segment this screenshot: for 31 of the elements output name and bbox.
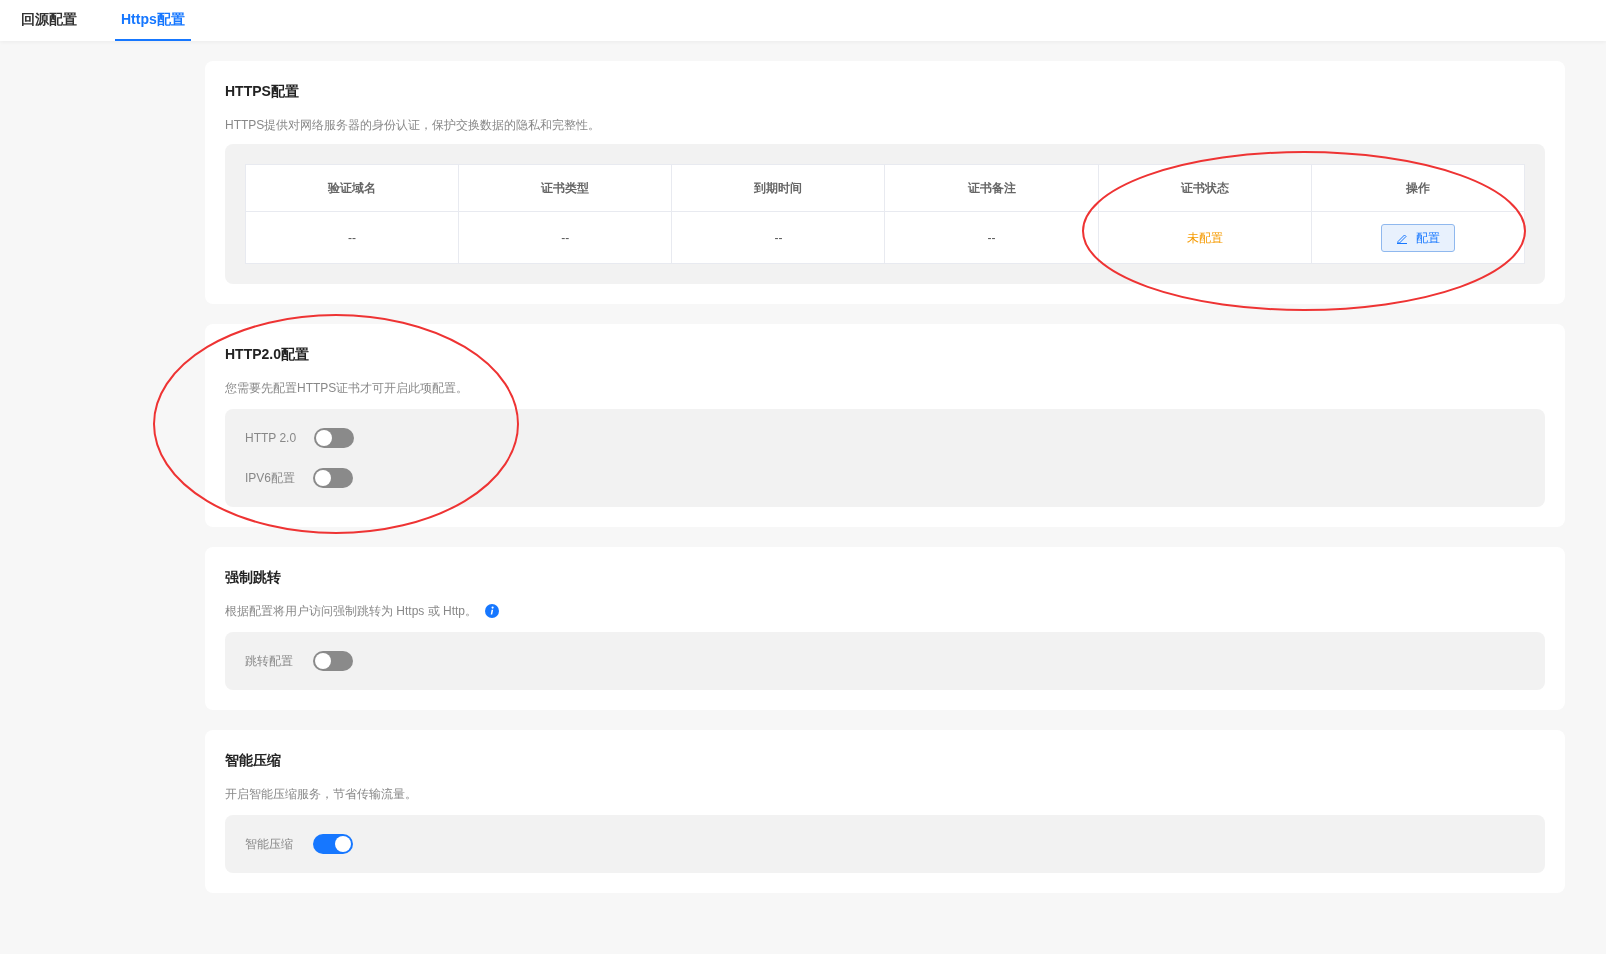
table-cell: -- xyxy=(458,211,672,264)
column-header: 验证域名 xyxy=(245,164,459,212)
toggle-label: 智能压缩 xyxy=(245,836,294,853)
info-icon[interactable] xyxy=(485,604,500,618)
toggle-switch[interactable] xyxy=(314,428,355,448)
table-cell: -- xyxy=(245,211,459,264)
table-cell: -- xyxy=(671,211,885,264)
section-description: 根据配置将用户访问强制跳转为 Https 或 Http。 xyxy=(225,603,478,620)
column-header: 证书状态 xyxy=(1098,164,1312,212)
table-cell: -- xyxy=(884,211,1099,264)
section-description: 开启智能压缩服务，节省传输流量。 xyxy=(225,786,417,803)
status-cell: 未配置 xyxy=(1098,211,1312,264)
toggle-label: 跳转配置 xyxy=(245,653,294,670)
section-title: HTTP2.0配置 xyxy=(225,345,310,364)
section-description: 您需要先配置HTTPS证书才可开启此项配置。 xyxy=(225,380,469,397)
column-header: 到期时间 xyxy=(671,164,885,212)
toggle-switch[interactable] xyxy=(313,834,353,854)
tab[interactable]: 回源配置 xyxy=(15,0,83,41)
toggle-switch[interactable] xyxy=(313,468,353,488)
section-description: HTTPS提供对网络服务器的身份认证，保护交换数据的隐私和完整性。 xyxy=(225,117,601,134)
column-header: 证书类型 xyxy=(458,164,672,212)
column-header: 操作 xyxy=(1311,164,1525,212)
tab[interactable]: Https配置 xyxy=(115,0,191,41)
toggle-label: IPV6配置 xyxy=(245,470,295,487)
configure-button[interactable]: 配置 xyxy=(1380,223,1455,252)
section-title: HTTPS配置 xyxy=(225,82,300,101)
section-title: 智能压缩 xyxy=(225,751,282,770)
column-header: 证书备注 xyxy=(884,164,1099,212)
toggle-switch[interactable] xyxy=(313,651,353,671)
section-title: 强制跳转 xyxy=(225,568,282,587)
toggle-label: HTTP 2.0 xyxy=(245,430,297,447)
